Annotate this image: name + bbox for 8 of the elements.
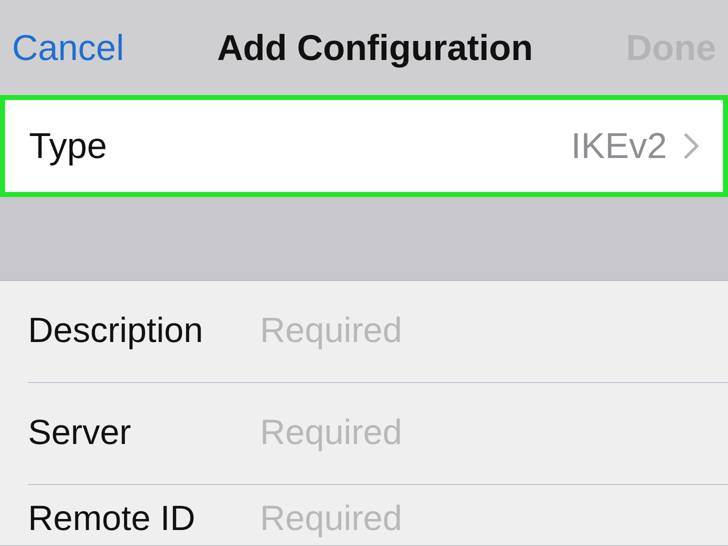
chevron-icon bbox=[683, 132, 699, 160]
field-label: Remote ID bbox=[28, 498, 196, 540]
screen-title: Add Configuration bbox=[217, 26, 533, 70]
type-value: IKEv2 bbox=[570, 124, 667, 168]
type-label: Type bbox=[29, 124, 108, 168]
field-label: Description bbox=[28, 310, 204, 352]
field-label: Server bbox=[28, 412, 132, 454]
type-row[interactable]: Type IKEv2 bbox=[0, 95, 728, 197]
